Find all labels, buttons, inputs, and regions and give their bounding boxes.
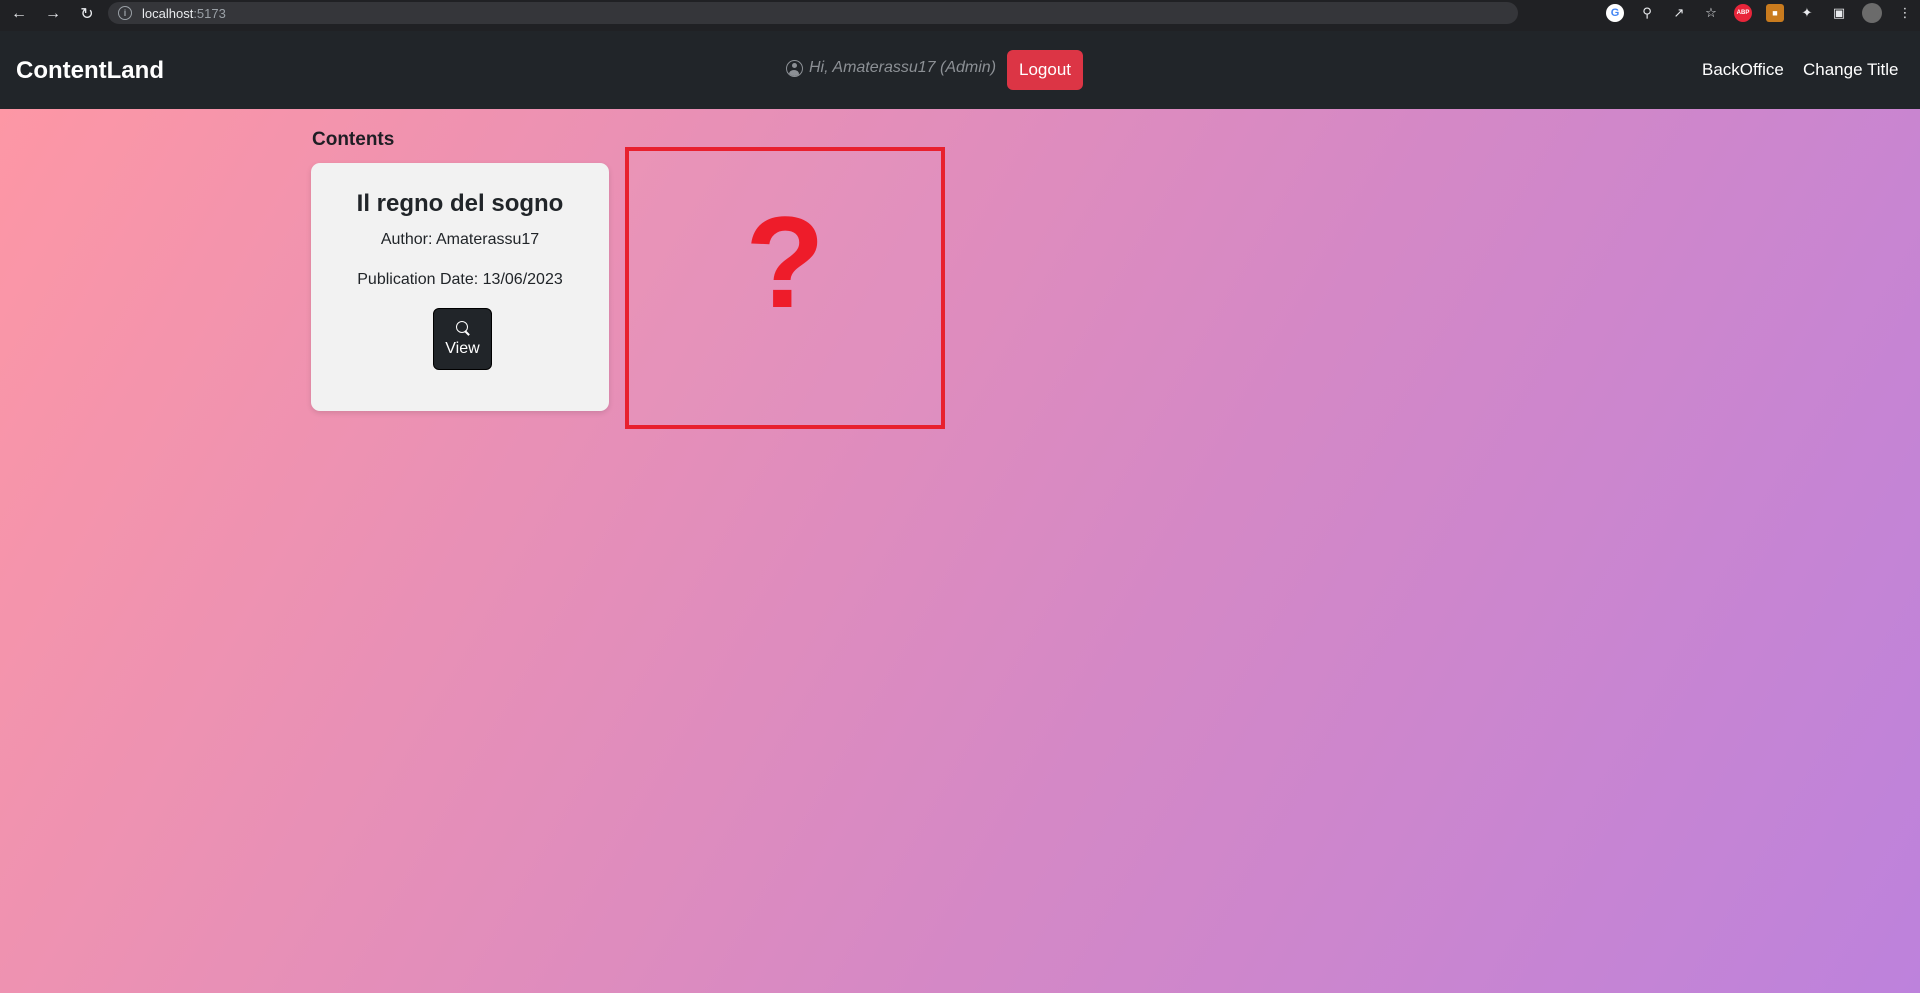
puzzle-icon[interactable]: ✦ [1798, 4, 1816, 22]
user-circle-icon [786, 59, 803, 77]
card-author: Author: Amaterassu17 [380, 231, 540, 248]
site-info-icon[interactable]: i [118, 6, 132, 20]
menu-icon[interactable]: ⋮ [1896, 4, 1914, 22]
back-icon[interactable]: ← [4, 2, 34, 26]
search-icon [455, 320, 471, 336]
card-title: Il regno del sogno [356, 190, 564, 217]
profile-avatar[interactable] [1862, 3, 1882, 23]
google-icon[interactable]: G [1606, 4, 1624, 22]
reload-icon[interactable]: ↻ [72, 2, 102, 26]
card-publication-date: Publication Date: 13/06/2023 [357, 271, 563, 288]
abp-icon[interactable]: ABP [1734, 4, 1752, 22]
unknown-placeholder-box: ? [625, 147, 945, 429]
brand-logo[interactable]: ContentLand [16, 57, 164, 85]
view-button-label: View [445, 340, 480, 357]
star-icon[interactable]: ☆ [1702, 4, 1720, 22]
address-bar[interactable]: i localhost:5173 [108, 2, 1518, 24]
greeting-text: Hi, Amaterassu17 (Admin) [809, 59, 997, 76]
url-port: :5173 [193, 5, 226, 21]
main-content: Contents Il regno del sogno Author: Amat… [0, 109, 1920, 993]
section-title: Contents [312, 129, 395, 150]
browser-toolbar: ← → ↻ i localhost:5173 G ⚲ ↗ ☆ ABP ■ ✦ ▣… [0, 0, 1920, 27]
content-card: Il regno del sogno Author: Amaterassu17 … [311, 163, 609, 411]
app-navbar: ContentLand Hi, Amaterassu17 (Admin) Log… [0, 31, 1920, 109]
view-button[interactable]: View [433, 308, 492, 370]
logout-button[interactable]: Logout [1007, 50, 1083, 90]
sidebar-icon[interactable]: ▣ [1830, 4, 1848, 22]
nav-link-change-title[interactable]: Change Title [1803, 60, 1898, 80]
url-host: localhost [142, 5, 194, 21]
user-greeting: Hi, Amaterassu17 (Admin) [786, 59, 996, 77]
nav-link-backoffice[interactable]: BackOffice [1702, 60, 1784, 80]
forward-icon[interactable]: → [38, 2, 68, 26]
extension-icon[interactable]: ■ [1766, 4, 1784, 22]
browser-action-icons: G ⚲ ↗ ☆ ABP ■ ✦ ▣ ⋮ [1606, 2, 1914, 24]
share-icon[interactable]: ↗ [1670, 4, 1688, 22]
question-mark-icon: ? [745, 189, 825, 335]
key-icon[interactable]: ⚲ [1638, 4, 1656, 22]
